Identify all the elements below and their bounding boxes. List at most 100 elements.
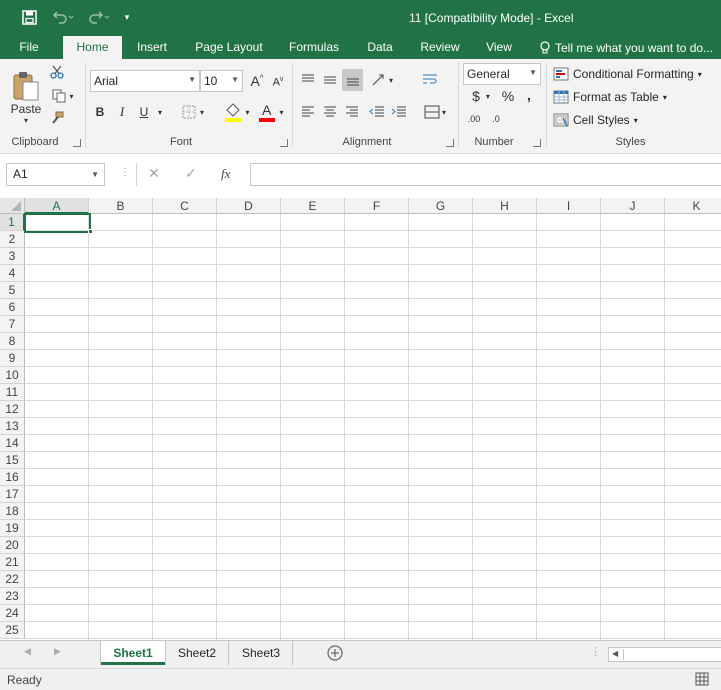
row-header-4[interactable]: 4 [0,265,25,282]
customize-quick-access-button[interactable]: ▾ [120,7,134,27]
cut-button[interactable] [48,63,66,81]
column-header-d[interactable]: D [217,198,281,214]
merge-center-button[interactable]: ▾ [420,102,450,122]
row-header-24[interactable]: 24 [0,605,25,622]
redo-button[interactable] [84,7,114,27]
insert-function-button[interactable]: fx [221,166,230,182]
row-header-22[interactable]: 22 [0,571,25,588]
column-header-i[interactable]: I [537,198,601,214]
column-header-f[interactable]: F [345,198,409,214]
row-header-20[interactable]: 20 [0,537,25,554]
column-header-a[interactable]: A [25,198,89,214]
row-header-3[interactable]: 3 [0,248,25,265]
row-header-25[interactable]: 25 [0,622,25,639]
active-cell-outline[interactable] [24,213,91,233]
underline-dropdown[interactable]: ▾ [154,102,166,122]
underline-button[interactable]: U [136,102,152,122]
tab-insert[interactable]: Insert [128,36,176,59]
currency-button[interactable]: $ ▾ [466,86,496,106]
number-format-combo[interactable]: General ▼ [463,63,541,85]
orientation-button[interactable]: ▾ [367,70,397,90]
conditional-formatting-button[interactable]: Conditional Formatting ▾ [553,64,702,84]
cancel-button[interactable]: ✕ [148,165,160,182]
column-header-h[interactable]: H [473,198,537,214]
align-bottom-button[interactable] [342,69,363,91]
row-header-16[interactable]: 16 [0,469,25,486]
format-painter-button[interactable] [48,109,66,127]
tab-file[interactable]: File [10,36,48,59]
row-header-5[interactable]: 5 [0,282,25,299]
alignment-dialog-launcher[interactable] [446,139,454,147]
row-header-7[interactable]: 7 [0,316,25,333]
font-size-combo[interactable]: 10 ▼ [200,70,243,92]
row-header-2[interactable]: 2 [0,231,25,248]
row-header-19[interactable]: 19 [0,520,25,537]
row-header-6[interactable]: 6 [0,299,25,316]
undo-button[interactable] [48,7,78,27]
split-handle-icon[interactable]: ⋮ [590,645,601,658]
tell-me-search[interactable]: Tell me what you want to do... [540,36,713,59]
align-top-button[interactable] [299,70,317,90]
column-header-b[interactable]: B [89,198,153,214]
wrap-text-button[interactable] [420,70,440,90]
percent-button[interactable]: % [499,86,517,106]
decrease-decimal-button[interactable]: .0 [486,109,506,129]
font-dialog-launcher[interactable] [280,139,288,147]
fill-handle[interactable] [88,229,93,234]
paste-button[interactable]: Paste ▾ [8,64,44,130]
decrease-indent-button[interactable] [367,102,387,122]
row-header-12[interactable]: 12 [0,401,25,418]
normal-view-button[interactable] [694,671,710,690]
align-center-button[interactable] [321,102,339,122]
formula-input[interactable] [250,163,721,186]
scrollbar-thumb[interactable] [623,649,719,660]
tab-formulas[interactable]: Formulas [283,36,345,59]
bold-button[interactable]: B [92,102,108,122]
column-header-k[interactable]: K [665,198,721,214]
increase-decimal-button[interactable]: .00 [464,109,484,129]
tab-view[interactable]: View [480,36,518,59]
enter-button[interactable]: ✓ [185,165,197,182]
row-header-21[interactable]: 21 [0,554,25,571]
row-header-17[interactable]: 17 [0,486,25,503]
row-header-10[interactable]: 10 [0,367,25,384]
comma-style-button[interactable]: , [522,85,536,105]
align-right-button[interactable] [343,102,361,122]
font-name-combo[interactable]: Arial ▼ [90,70,200,92]
decrease-font-button[interactable]: Av [270,73,286,91]
column-header-c[interactable]: C [153,198,217,214]
fill-color-button[interactable]: ▾ [221,100,253,124]
row-header-9[interactable]: 9 [0,350,25,367]
horizontal-scrollbar[interactable]: ◀ [608,647,721,662]
copy-button[interactable]: ▾ [48,87,78,105]
tab-page-layout[interactable]: Page Layout [188,36,270,59]
scroll-left-tab-button[interactable]: ◀ [24,646,31,657]
tab-review[interactable]: Review [414,36,466,59]
column-header-e[interactable]: E [281,198,345,214]
column-header-g[interactable]: G [409,198,473,214]
row-header-18[interactable]: 18 [0,503,25,520]
cell-styles-button[interactable]: Cell Styles ▾ [553,110,638,130]
row-header-13[interactable]: 13 [0,418,25,435]
increase-font-button[interactable]: A^ [249,71,265,91]
italic-button[interactable]: I [114,102,130,122]
column-header-j[interactable]: J [601,198,665,214]
format-as-table-button[interactable]: Format as Table ▾ [553,87,667,107]
increase-indent-button[interactable] [389,102,409,122]
number-dialog-launcher[interactable] [533,139,541,147]
tab-data[interactable]: Data [360,36,400,59]
select-all-button[interactable] [0,198,25,214]
resize-handle-icon[interactable]: ⋮ [120,167,130,178]
scroll-right-tab-button[interactable]: ▶ [54,646,61,657]
clipboard-dialog-launcher[interactable] [73,139,81,147]
font-color-button[interactable]: A ▾ [255,100,287,124]
borders-button[interactable]: ▾ [178,102,208,122]
align-middle-button[interactable] [321,70,339,90]
new-sheet-button[interactable] [326,644,344,665]
sheet-tab-sheet3[interactable]: Sheet3 [230,641,293,665]
save-button[interactable] [18,7,40,27]
align-left-button[interactable] [299,102,317,122]
row-header-14[interactable]: 14 [0,435,25,452]
name-box[interactable]: A1 ▼ [6,163,105,186]
row-header-23[interactable]: 23 [0,588,25,605]
